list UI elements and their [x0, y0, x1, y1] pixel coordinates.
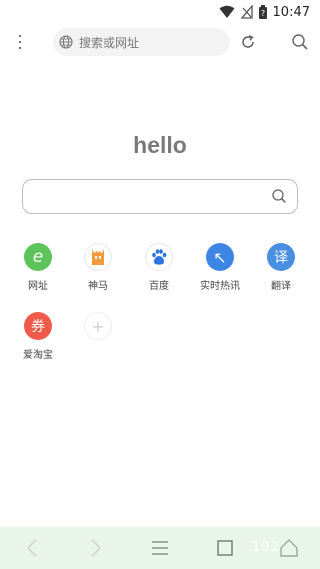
- clock: 10:47: [272, 4, 310, 20]
- menu-dot-icon: [19, 35, 21, 37]
- shortcut-realtime-news[interactable]: ↖ 实时热讯: [192, 243, 248, 292]
- refresh-icon[interactable]: [240, 34, 256, 50]
- shortcut-label: 网址: [28, 281, 48, 292]
- address-input[interactable]: 搜索或网址: [53, 28, 230, 56]
- menu-dot-icon: [19, 47, 21, 49]
- translate-icon: 译: [267, 243, 295, 271]
- shortcut-label: 爱淘宝: [23, 350, 53, 361]
- battery-icon: ?: [258, 5, 267, 19]
- address-bar: 搜索或网址: [0, 26, 320, 58]
- status-icons: ? 10:47: [219, 4, 310, 20]
- address-placeholder: 搜索或网址: [79, 35, 140, 50]
- shortcut-shenma[interactable]: 神马: [70, 243, 126, 292]
- forward-icon[interactable]: [84, 537, 106, 559]
- menu-dot-icon: [19, 41, 21, 43]
- shortcut-aitaobao[interactable]: 券 爱淘宝: [10, 312, 66, 361]
- status-bar: ? 10:47: [0, 0, 320, 24]
- svg-text:?: ?: [260, 9, 264, 18]
- globe-icon: [59, 35, 73, 49]
- arrow-up-left-icon: ↖: [206, 243, 234, 271]
- plus-icon: +: [84, 312, 112, 340]
- shenma-icon: [84, 243, 112, 271]
- home-icon[interactable]: [278, 537, 300, 559]
- back-icon[interactable]: [22, 537, 44, 559]
- home-search-box[interactable]: [22, 179, 298, 214]
- shortcut-label: 实时热讯: [200, 281, 240, 292]
- search-icon[interactable]: [291, 33, 309, 51]
- menu-button[interactable]: [12, 32, 28, 52]
- baidu-paw-icon: [145, 243, 173, 271]
- search-icon[interactable]: [271, 188, 287, 204]
- shortcut-wangzhi[interactable]: e 网址: [10, 243, 66, 292]
- shortcut-baidu[interactable]: 百度: [131, 243, 187, 292]
- shortcut-label: 百度: [149, 281, 169, 292]
- menu-lines-icon[interactable]: [149, 537, 171, 559]
- home-logo-text: hello: [133, 132, 187, 158]
- shortcut-label: 神马: [88, 281, 108, 292]
- tabs-icon[interactable]: [214, 537, 236, 559]
- watermark: 192: [252, 540, 280, 555]
- coupon-icon: 券: [24, 312, 52, 340]
- no-signal-icon: [240, 5, 253, 19]
- wangzhi-icon: e: [24, 243, 52, 271]
- shortcut-translate[interactable]: 译 翻译: [253, 243, 309, 292]
- shortcut-label: 翻译: [271, 281, 291, 292]
- add-shortcut-button[interactable]: +: [70, 312, 126, 340]
- wifi-icon: [219, 5, 235, 18]
